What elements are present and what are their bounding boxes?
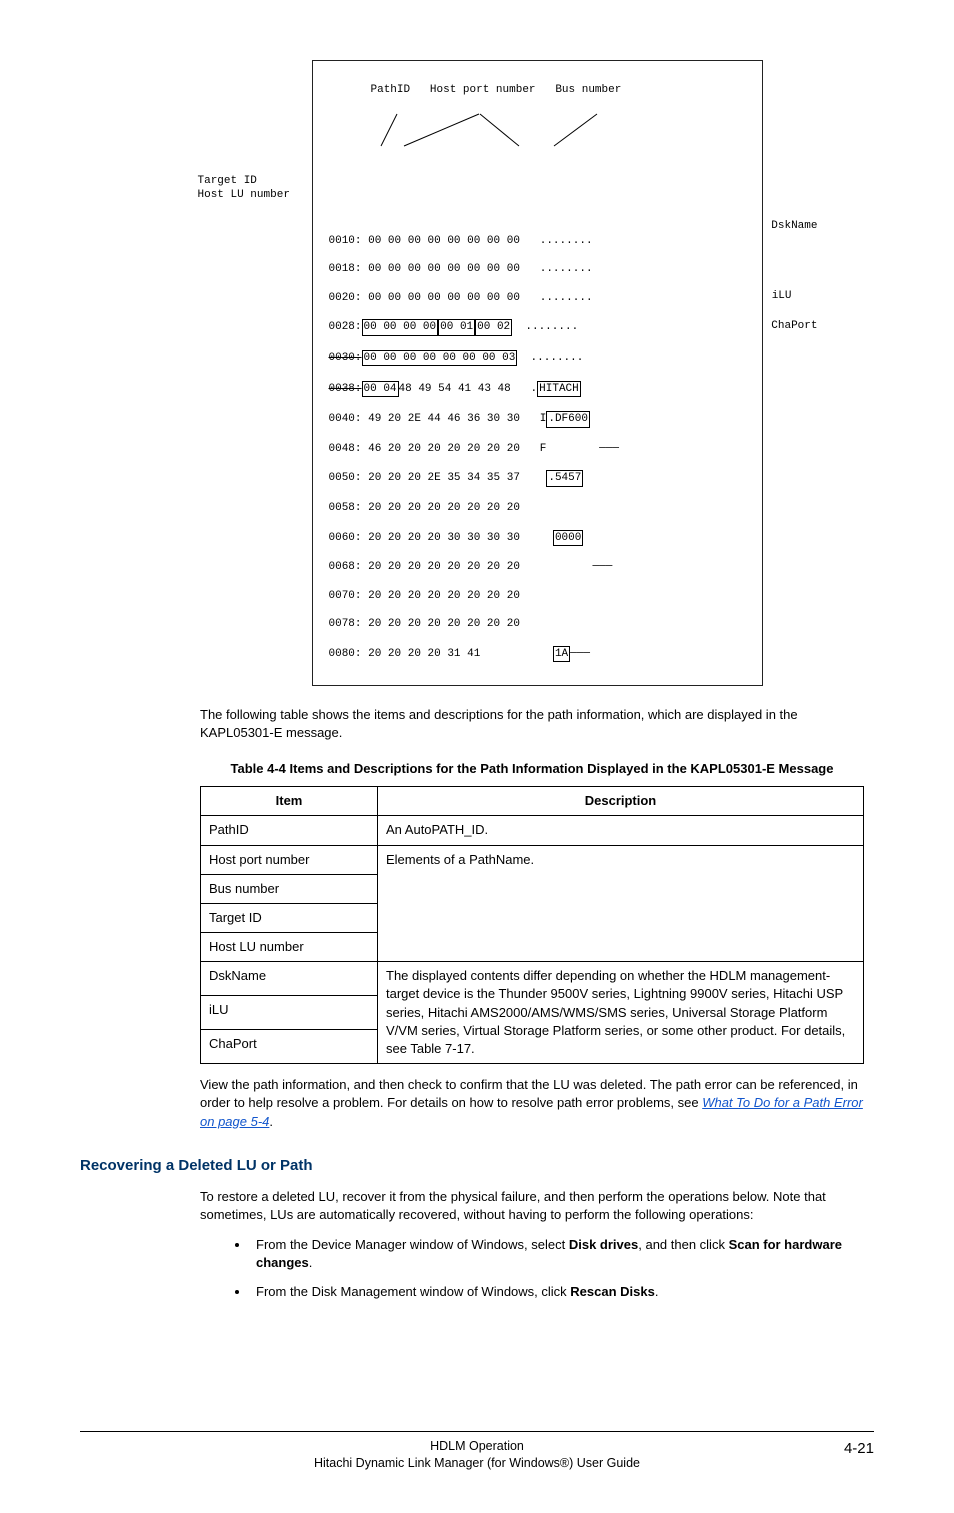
cell-item: DskName [201, 962, 378, 996]
hex-row: 0070: 20 20 20 20 20 20 20 20 [329, 589, 746, 603]
hex-row: 0080: 20 20 20 20 31 41 1A─── [329, 646, 746, 662]
li-text: , and then click [638, 1237, 728, 1252]
list-item: From the Disk Management window of Windo… [250, 1283, 864, 1301]
hex-row: 0040: 49 20 2E 44 46 36 30 30 I.DF600 [329, 411, 746, 427]
col-item: Item [201, 787, 378, 816]
col-desc: Description [378, 787, 864, 816]
hex-row: 0010: 00 00 00 00 00 00 00 00 ........ [329, 234, 746, 248]
li-bold: Disk drives [569, 1237, 638, 1252]
hex-row: 0050: 20 20 20 2E 35 34 35 37 .5457 [329, 470, 746, 486]
cell-desc: The displayed contents differ depending … [378, 962, 864, 1064]
li-bold: Rescan Disks [570, 1284, 655, 1299]
post-table-paragraph: View the path information, and then chec… [200, 1076, 864, 1131]
fig-left-hostlu: Host LU number [198, 188, 290, 202]
intro-paragraph: The following table shows the items and … [200, 706, 864, 742]
fig-right-dsk: DskName [771, 219, 817, 233]
para-text: . [269, 1114, 273, 1129]
table-row: DskName The displayed contents differ de… [201, 962, 864, 996]
hex-row: 0030:00 00 00 00 00 00 00 03 ........ [329, 350, 746, 366]
page-number: 4-21 [844, 1438, 874, 1459]
cell-item: PathID [201, 816, 378, 845]
hex-row: 0018: 00 00 00 00 00 00 00 00 ........ [329, 262, 746, 276]
li-text: From the Device Manager window of Window… [256, 1237, 569, 1252]
hex-row: 0048: 46 20 20 20 20 20 20 20 F ─── [329, 442, 746, 456]
footer-title: HDLM Operation [80, 1438, 874, 1456]
footer-subtitle: Hitachi Dynamic Link Manager (for Window… [80, 1455, 874, 1473]
fig-top-labels: PathID Host port number Bus number [371, 83, 746, 97]
hex-row: 0078: 20 20 20 20 20 20 20 20 [329, 617, 746, 631]
table-row: PathID An AutoPATH_ID. [201, 816, 864, 845]
hex-row: 0020: 00 00 00 00 00 00 00 00 ........ [329, 291, 746, 305]
cell-item: ChaPort [201, 1030, 378, 1064]
cell-item: Target ID [201, 903, 378, 932]
page-footer: HDLM Operation Hitachi Dynamic Link Mana… [80, 1431, 874, 1473]
list-item: From the Device Manager window of Window… [250, 1236, 864, 1272]
fig-right-chaport: ChaPort [771, 319, 817, 333]
hex-row: 0058: 20 20 20 20 20 20 20 20 [329, 501, 746, 515]
table-header-row: Item Description [201, 787, 864, 816]
hex-row: 0028:00 00 00 0000 0100 02 ........ [329, 319, 746, 335]
cell-item: Host port number [201, 845, 378, 874]
cell-item: Host LU number [201, 933, 378, 962]
heading-recovering: Recovering a Deleted LU or Path [80, 1155, 874, 1176]
hex-dump-figure: PathID Host port number Bus number Targe… [312, 60, 763, 686]
hex-row: 0060: 20 20 20 20 30 30 30 30 0000 [329, 530, 746, 546]
cell-desc: An AutoPATH_ID. [378, 816, 864, 845]
hex-row: 0068: 20 20 20 20 20 20 20 20 ─── [329, 560, 746, 574]
cell-item: iLU [201, 996, 378, 1030]
li-text: . [309, 1255, 313, 1270]
path-info-table: Item Description PathID An AutoPATH_ID. … [200, 786, 864, 1064]
hex-row: 0038:00 0448 49 54 41 43 48 .HITACH [329, 381, 746, 397]
cell-item: Bus number [201, 874, 378, 903]
table-row: Host port number Elements of a PathName. [201, 845, 864, 874]
fig-left-target: Target ID [198, 174, 257, 188]
li-text: . [655, 1284, 659, 1299]
li-text: From the Disk Management window of Windo… [256, 1284, 570, 1299]
cell-desc: Elements of a PathName. [378, 845, 864, 962]
fig-right-ilu: iLU [772, 289, 792, 303]
recover-intro: To restore a deleted LU, recover it from… [200, 1188, 864, 1224]
table-caption: Table 4-4 Items and Descriptions for the… [200, 760, 864, 778]
bullet-list: From the Device Manager window of Window… [200, 1236, 864, 1301]
